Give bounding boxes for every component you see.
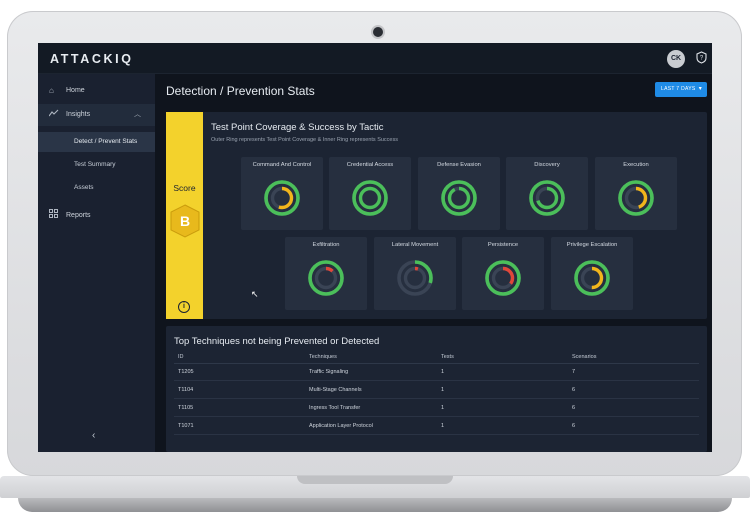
laptop-base (0, 476, 750, 530)
table-cell: 6 (572, 387, 576, 393)
app-logo[interactable]: ATTACKIQ (50, 52, 134, 66)
collapse-sidebar-icon[interactable]: ‹ (92, 430, 95, 441)
info-icon[interactable]: i (178, 301, 190, 313)
coverage-subtitle: Outer Ring represents Test Point Coverag… (211, 137, 398, 143)
coverage-ring-chart (308, 260, 344, 296)
trend-icon (48, 104, 60, 126)
top-bar: ATTACKIQ CK ? (38, 43, 712, 74)
sidebar-item-label: Home (66, 87, 85, 94)
help-icon[interactable]: ? (695, 51, 707, 65)
inner-success-ring (447, 186, 471, 210)
webcam (373, 27, 383, 37)
coverage-ring-chart (485, 260, 521, 296)
sidebar-item-label: Reports (66, 212, 91, 219)
column-header-id[interactable]: ID (178, 354, 184, 360)
tactic-tile[interactable]: Defense Evasion (418, 157, 500, 230)
mouse-cursor-icon: ↖ (251, 289, 259, 299)
sidebar-item-home[interactable]: ⌂ Home (38, 80, 155, 102)
page-title: Detection / Prevention Stats (166, 84, 315, 98)
tactic-name: Persistence (487, 242, 519, 248)
outer-coverage-ring (485, 260, 521, 296)
coverage-ring-chart (574, 260, 610, 296)
svg-text:?: ? (699, 56, 703, 62)
caret-down-icon: ▾ (698, 86, 702, 92)
coverage-ring-chart (529, 180, 565, 216)
tactic-name: Command And Control (252, 162, 312, 168)
coverage-ring-chart (397, 260, 433, 296)
table-cell: Ingress Tool Transfer (309, 405, 361, 411)
table-cell: T1105 (178, 405, 194, 411)
grade-badge-icon: B (170, 204, 200, 238)
tactic-tile[interactable]: Execution (595, 157, 677, 230)
tactic-name: Defense Evasion (437, 162, 481, 168)
tactic-name: Lateral Movement (391, 242, 439, 248)
table-row[interactable]: T1104 Multi-Stage Channels 1 6 (174, 382, 699, 399)
sidebar-item-detect-prevent-stats[interactable]: Detect / Prevent Stats (38, 132, 155, 152)
outer-coverage-ring (308, 260, 344, 296)
inner-success-ring (358, 186, 382, 210)
tactic-tile[interactable]: Lateral Movement (374, 237, 456, 310)
tactic-tile[interactable]: Credential Access (329, 157, 411, 230)
tactic-tile[interactable]: Exfiltration (285, 237, 367, 310)
table-cell: 6 (572, 405, 576, 411)
table-cell: T1205 (178, 369, 194, 375)
techniques-title: Top Techniques not being Prevented or De… (174, 336, 380, 347)
score-card: Score B i (166, 112, 203, 319)
app-screen: ATTACKIQ CK ? ⌂ Home Insights ︿ Detect /… (38, 43, 712, 452)
main-content: Detection / Prevention Stats LAST 7 DAYS… (155, 74, 712, 452)
coverage-ring-chart (352, 180, 388, 216)
date-range-dropdown[interactable]: LAST 7 DAYS ▾ (655, 82, 707, 97)
tactic-name: Exfiltration (312, 242, 340, 248)
sidebar-item-label: Insights (66, 111, 91, 118)
sidebar-item-assets[interactable]: Assets (38, 178, 155, 198)
tactic-name: Execution (623, 162, 649, 168)
coverage-ring-chart (264, 180, 300, 216)
tactic-tile[interactable]: Persistence (462, 237, 544, 310)
inner-success-ring-track (403, 266, 427, 290)
tactic-name: Discovery (534, 162, 560, 168)
table-cell: 1 (441, 423, 445, 429)
tactic-tile[interactable]: Discovery (506, 157, 588, 230)
date-range-label: LAST 7 DAYS (661, 86, 696, 92)
home-icon: ⌂ (49, 86, 54, 95)
coverage-panel: Score B i Test Point Coverage & Success … (166, 112, 707, 319)
table-cell: Traffic Signaling (309, 369, 349, 375)
tactic-name: Credential Access (346, 162, 394, 168)
laptop-foot (18, 498, 732, 512)
table-cell: 6 (572, 423, 576, 429)
sidebar-item-insights[interactable]: Insights ︿ (38, 104, 155, 126)
sidebar-item-test-summary[interactable]: Test Summary (38, 155, 155, 175)
inner-success-ring-track (314, 266, 338, 290)
column-header-tests[interactable]: Tests (441, 354, 454, 360)
coverage-ring-chart (441, 180, 477, 216)
chevron-up-icon[interactable]: ︿ (134, 104, 141, 126)
score-label: Score (173, 183, 196, 193)
score-grade: B (180, 213, 190, 229)
column-header-scenarios[interactable]: Scenarios (572, 354, 596, 360)
coverage-title: Test Point Coverage & Success by Tactic (211, 122, 384, 133)
table-cell: 7 (572, 369, 576, 375)
table-row[interactable]: T1071 Application Layer Protocol 1 6 (174, 418, 699, 435)
user-avatar[interactable]: CK (667, 50, 685, 68)
tactic-tile[interactable]: Privilege Escalation (551, 237, 633, 310)
laptop-notch (297, 476, 453, 484)
sidebar-item-reports[interactable]: Reports (38, 205, 155, 227)
reports-icon (49, 205, 60, 227)
tactic-tile[interactable]: Command And Control (241, 157, 323, 230)
table-cell: T1104 (178, 387, 194, 393)
techniques-panel: Top Techniques not being Prevented or De… (166, 326, 707, 452)
table-cell: 1 (441, 369, 445, 375)
table-cell: Multi-Stage Channels (309, 387, 362, 393)
sidebar: ⌂ Home Insights ︿ Detect / Prevent Stats… (38, 74, 155, 452)
tactic-name: Privilege Escalation (566, 242, 618, 248)
table-row[interactable]: T1105 Ingress Tool Transfer 1 6 (174, 400, 699, 417)
table-row[interactable]: T1205 Traffic Signaling 1 7 (174, 364, 699, 381)
outer-coverage-ring (574, 260, 610, 296)
table-cell: Application Layer Protocol (309, 423, 373, 429)
table-cell: 1 (441, 405, 445, 411)
coverage-ring-chart (618, 180, 654, 216)
column-header-techniques[interactable]: Techniques (309, 354, 337, 360)
table-cell: T1071 (178, 423, 194, 429)
table-cell: 1 (441, 387, 445, 393)
